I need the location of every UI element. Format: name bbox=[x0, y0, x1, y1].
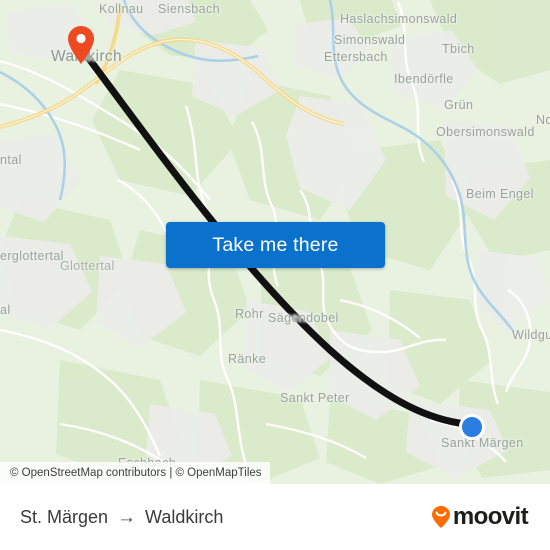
footer-bar: St. Märgen → Waldkirch moovit bbox=[0, 484, 550, 550]
route-destination-label: Waldkirch bbox=[145, 506, 224, 527]
route-origin-label: St. Märgen bbox=[20, 506, 109, 527]
route-summary: St. Märgen → Waldkirch bbox=[20, 507, 223, 528]
origin-pin-icon[interactable] bbox=[66, 25, 96, 65]
arrow-right-icon: → bbox=[117, 506, 137, 528]
destination-dot-icon[interactable] bbox=[459, 414, 485, 440]
map-pin-icon bbox=[68, 26, 94, 64]
map-canvas[interactable]: Kollnau Siensbach Haslachsimonswald Simo… bbox=[0, 0, 550, 484]
take-me-there-button[interactable]: Take me there bbox=[166, 222, 385, 268]
map-attribution[interactable]: © OpenStreetMap contributors | © OpenMap… bbox=[0, 462, 270, 484]
moovit-wordmark: moovit bbox=[452, 503, 529, 530]
moovit-logo[interactable]: moovit bbox=[430, 503, 529, 530]
moovit-pin-icon bbox=[431, 506, 450, 528]
moovit-route-card: Kollnau Siensbach Haslachsimonswald Simo… bbox=[0, 0, 550, 550]
